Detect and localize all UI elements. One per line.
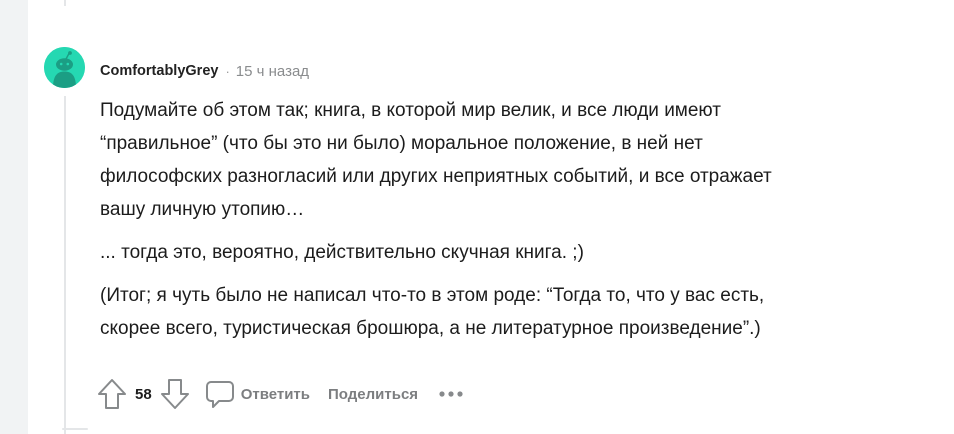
user-avatar[interactable] (44, 47, 85, 88)
arrow-up-icon (98, 379, 126, 409)
meta-separator: · (225, 63, 230, 79)
arrow-down-icon (160, 379, 189, 409)
comment-body: Подумайте об этом так; книга, в которой … (100, 94, 900, 345)
reply-label: Ответить (240, 385, 311, 403)
thread-line[interactable] (64, 96, 66, 434)
comment-timestamp[interactable]: 15 ч назад (236, 63, 309, 80)
reply-button[interactable]: Ответить (204, 377, 310, 411)
paragraph-line: ... тогда это, вероятно, действительно с… (100, 242, 584, 263)
comment-paragraph: (Итог; я чуть было не написал что-то в э… (100, 279, 900, 345)
thread-line-branch (62, 428, 88, 430)
comment-page: ComfortablyGrey · 15 ч назад Подумайте о… (0, 0, 954, 434)
upvote-button[interactable] (97, 377, 127, 411)
paragraph-line: вашу личную утопию… (100, 199, 305, 220)
share-button[interactable]: Поделиться (328, 386, 418, 403)
share-label: Поделиться (328, 385, 419, 403)
ellipsis-icon (439, 391, 463, 397)
vote-score: 58 (135, 385, 152, 403)
username-link[interactable]: ComfortablyGrey (100, 63, 218, 79)
comment-paragraph: Подумайте об этом так; книга, в которой … (100, 94, 900, 226)
paragraph-line: скорее всего, туристическая брошюра, а н… (100, 318, 761, 339)
paragraph-line: философских разногласий или других непри… (100, 166, 772, 187)
comment-action-bar: 58 Ответить Поделиться (97, 377, 468, 411)
comment-meta: ComfortablyGrey · 15 ч назад (100, 60, 309, 82)
comment-paragraph: ... тогда это, вероятно, действительно с… (100, 236, 900, 269)
paragraph-line: Подумайте об этом так; книга, в которой … (100, 100, 721, 121)
speech-bubble-icon (204, 377, 236, 411)
thread-line-upper (64, 0, 66, 6)
snoo-avatar-icon (44, 47, 85, 88)
more-options-button[interactable] (438, 377, 468, 411)
parent-thread-gutter (0, 0, 28, 434)
downvote-button[interactable] (160, 377, 190, 411)
paragraph-line: (Итог; я чуть было не написал что-то в э… (100, 285, 765, 306)
paragraph-line: “правильное” (что бы это ни было) мораль… (100, 133, 703, 154)
